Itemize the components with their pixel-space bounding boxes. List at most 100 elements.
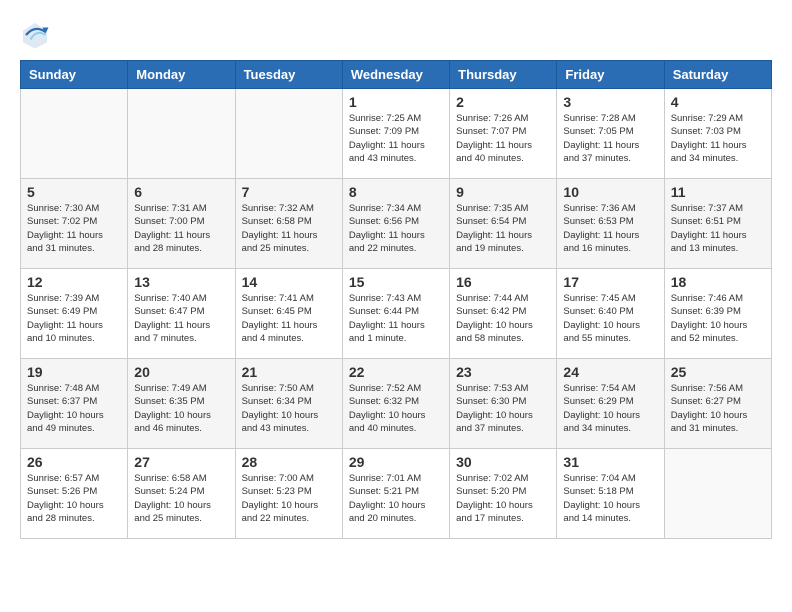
day-number: 18 [671, 274, 765, 290]
calendar-cell [21, 89, 128, 179]
day-header-sunday: Sunday [21, 61, 128, 89]
day-header-tuesday: Tuesday [235, 61, 342, 89]
calendar-cell: 19Sunrise: 7:48 AM Sunset: 6:37 PM Dayli… [21, 359, 128, 449]
calendar-cell [235, 89, 342, 179]
calendar-week-1: 1 Sunrise: 7:25 AM Sunset: 7:09 PM Daylig… [21, 89, 772, 179]
day-number: 15 [349, 274, 443, 290]
calendar-cell: 5 Sunrise: 7:30 AM Sunset: 7:02 PM Daylig… [21, 179, 128, 269]
day-number: 19 [27, 364, 121, 380]
day-info: Sunrise: 6:58 AM Sunset: 5:24 PM Dayligh… [134, 472, 228, 525]
calendar-cell: 10 Sunrise: 7:36 AM Sunset: 6:53 PM Dayli… [557, 179, 664, 269]
day-info: Sunrise: 7:44 AM Sunset: 6:42 PM Dayligh… [456, 292, 550, 345]
calendar-cell: 18 Sunrise: 7:46 AM Sunset: 6:39 PM Dayli… [664, 269, 771, 359]
day-info: Sunrise: 7:43 AM Sunset: 6:44 PM Dayligh… [349, 292, 443, 345]
day-number: 16 [456, 274, 550, 290]
day-info: Sunrise: 7:37 AM Sunset: 6:51 PM Dayligh… [671, 202, 765, 255]
calendar-cell: 20Sunrise: 7:49 AM Sunset: 6:35 PM Dayli… [128, 359, 235, 449]
calendar-table: SundayMondayTuesdayWednesdayThursdayFrid… [20, 60, 772, 539]
calendar-cell: 7 Sunrise: 7:32 AM Sunset: 6:58 PM Daylig… [235, 179, 342, 269]
calendar-cell: 12 Sunrise: 7:39 AM Sunset: 6:49 PM Dayli… [21, 269, 128, 359]
calendar-cell: 30 Sunrise: 7:02 AM Sunset: 5:20 PM Dayli… [450, 449, 557, 539]
day-info: Sunrise: 7:02 AM Sunset: 5:20 PM Dayligh… [456, 472, 550, 525]
calendar-cell: 2Sunrise: 7:26 AM Sunset: 7:07 PM Daylig… [450, 89, 557, 179]
day-number: 3 [563, 94, 657, 110]
day-number: 31 [563, 454, 657, 470]
day-info: Sunrise: 7:36 AM Sunset: 6:53 PM Dayligh… [563, 202, 657, 255]
calendar-cell: 28Sunrise: 7:00 AM Sunset: 5:23 PM Dayli… [235, 449, 342, 539]
day-info: Sunrise: 7:32 AM Sunset: 6:58 PM Dayligh… [242, 202, 336, 255]
logo-icon [20, 20, 50, 50]
calendar-cell: 27 Sunrise: 6:58 AM Sunset: 5:24 PM Dayli… [128, 449, 235, 539]
day-number: 30 [456, 454, 550, 470]
day-number: 27 [134, 454, 228, 470]
day-header-friday: Friday [557, 61, 664, 89]
day-info: Sunrise: 7:26 AM Sunset: 7:07 PM Dayligh… [456, 112, 550, 165]
day-number: 4 [671, 94, 765, 110]
day-number: 23 [456, 364, 550, 380]
day-info: Sunrise: 7:31 AM Sunset: 7:00 PM Dayligh… [134, 202, 228, 255]
calendar-cell: 14 Sunrise: 7:41 AM Sunset: 6:45 PM Dayli… [235, 269, 342, 359]
day-info: Sunrise: 7:34 AM Sunset: 6:56 PM Dayligh… [349, 202, 443, 255]
day-number: 24 [563, 364, 657, 380]
day-header-monday: Monday [128, 61, 235, 89]
calendar-cell: 15 Sunrise: 7:43 AM Sunset: 6:44 PM Dayli… [342, 269, 449, 359]
day-info: Sunrise: 7:49 AM Sunset: 6:35 PM Dayligh… [134, 382, 228, 435]
day-info: Sunrise: 7:46 AM Sunset: 6:39 PM Dayligh… [671, 292, 765, 345]
day-info: Sunrise: 7:53 AM Sunset: 6:30 PM Dayligh… [456, 382, 550, 435]
day-number: 6 [134, 184, 228, 200]
day-info: Sunrise: 7:25 AM Sunset: 7:09 PM Dayligh… [349, 112, 443, 165]
calendar-cell: 24 Sunrise: 7:54 AM Sunset: 6:29 PM Dayli… [557, 359, 664, 449]
day-info: Sunrise: 7:56 AM Sunset: 6:27 PM Dayligh… [671, 382, 765, 435]
day-info: Sunrise: 7:50 AM Sunset: 6:34 PM Dayligh… [242, 382, 336, 435]
calendar-header-row: SundayMondayTuesdayWednesdayThursdayFrid… [21, 61, 772, 89]
calendar-week-5: 26Sunrise: 6:57 AM Sunset: 5:26 PM Dayli… [21, 449, 772, 539]
logo [20, 20, 54, 50]
day-number: 11 [671, 184, 765, 200]
day-info: Sunrise: 7:30 AM Sunset: 7:02 PM Dayligh… [27, 202, 121, 255]
day-info: Sunrise: 7:40 AM Sunset: 6:47 PM Dayligh… [134, 292, 228, 345]
calendar-cell [128, 89, 235, 179]
day-info: Sunrise: 7:45 AM Sunset: 6:40 PM Dayligh… [563, 292, 657, 345]
day-number: 28 [242, 454, 336, 470]
calendar-week-4: 19Sunrise: 7:48 AM Sunset: 6:37 PM Dayli… [21, 359, 772, 449]
calendar-cell: 1 Sunrise: 7:25 AM Sunset: 7:09 PM Daylig… [342, 89, 449, 179]
day-info: Sunrise: 6:57 AM Sunset: 5:26 PM Dayligh… [27, 472, 121, 525]
day-number: 22 [349, 364, 443, 380]
calendar-cell: 6 Sunrise: 7:31 AM Sunset: 7:00 PM Daylig… [128, 179, 235, 269]
calendar-cell: 4Sunrise: 7:29 AM Sunset: 7:03 PM Daylig… [664, 89, 771, 179]
calendar-week-2: 5 Sunrise: 7:30 AM Sunset: 7:02 PM Daylig… [21, 179, 772, 269]
day-number: 13 [134, 274, 228, 290]
day-number: 17 [563, 274, 657, 290]
day-number: 10 [563, 184, 657, 200]
day-number: 8 [349, 184, 443, 200]
calendar-cell: 23 Sunrise: 7:53 AM Sunset: 6:30 PM Dayli… [450, 359, 557, 449]
day-number: 25 [671, 364, 765, 380]
day-number: 1 [349, 94, 443, 110]
day-number: 14 [242, 274, 336, 290]
calendar-cell: 8 Sunrise: 7:34 AM Sunset: 6:56 PM Daylig… [342, 179, 449, 269]
calendar-cell: 17 Sunrise: 7:45 AM Sunset: 6:40 PM Dayli… [557, 269, 664, 359]
calendar-cell: 9 Sunrise: 7:35 AM Sunset: 6:54 PM Daylig… [450, 179, 557, 269]
day-info: Sunrise: 7:41 AM Sunset: 6:45 PM Dayligh… [242, 292, 336, 345]
calendar-cell: 13 Sunrise: 7:40 AM Sunset: 6:47 PM Dayli… [128, 269, 235, 359]
day-info: Sunrise: 7:28 AM Sunset: 7:05 PM Dayligh… [563, 112, 657, 165]
day-number: 21 [242, 364, 336, 380]
day-info: Sunrise: 7:35 AM Sunset: 6:54 PM Dayligh… [456, 202, 550, 255]
day-info: Sunrise: 7:04 AM Sunset: 5:18 PM Dayligh… [563, 472, 657, 525]
day-number: 12 [27, 274, 121, 290]
day-info: Sunrise: 7:01 AM Sunset: 5:21 PM Dayligh… [349, 472, 443, 525]
page-header [20, 20, 772, 50]
day-number: 9 [456, 184, 550, 200]
calendar-cell: 3 Sunrise: 7:28 AM Sunset: 7:05 PM Daylig… [557, 89, 664, 179]
calendar-cell: 16 Sunrise: 7:44 AM Sunset: 6:42 PM Dayli… [450, 269, 557, 359]
day-header-saturday: Saturday [664, 61, 771, 89]
day-info: Sunrise: 7:54 AM Sunset: 6:29 PM Dayligh… [563, 382, 657, 435]
day-header-thursday: Thursday [450, 61, 557, 89]
day-number: 5 [27, 184, 121, 200]
day-info: Sunrise: 7:39 AM Sunset: 6:49 PM Dayligh… [27, 292, 121, 345]
calendar-cell: 25 Sunrise: 7:56 AM Sunset: 6:27 PM Dayli… [664, 359, 771, 449]
calendar-cell [664, 449, 771, 539]
day-number: 7 [242, 184, 336, 200]
day-number: 29 [349, 454, 443, 470]
calendar-cell: 11 Sunrise: 7:37 AM Sunset: 6:51 PM Dayli… [664, 179, 771, 269]
